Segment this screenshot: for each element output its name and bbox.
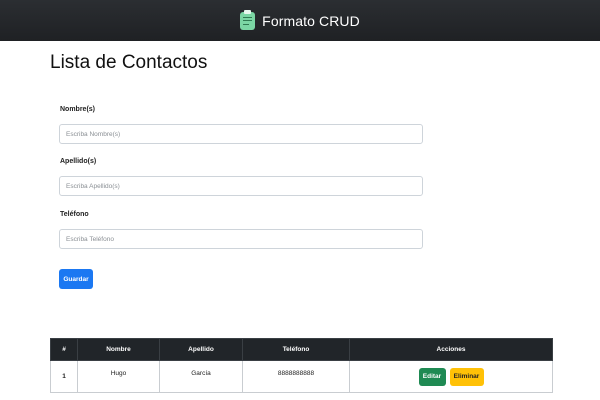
page-title: Lista de Contactos bbox=[50, 52, 208, 73]
navbar: Formato CRUD bbox=[0, 0, 600, 41]
edit-button[interactable]: Editar bbox=[418, 367, 446, 386]
table-header-row: # Nombre Apellido Teléfono Acciones bbox=[50, 338, 553, 361]
column-header-acciones: Acciones bbox=[349, 338, 553, 361]
apellido-label: Apellido(s) bbox=[60, 158, 97, 165]
apellido-input[interactable] bbox=[59, 176, 423, 196]
save-button[interactable]: Guardar bbox=[59, 269, 93, 289]
column-header-telefono: Teléfono bbox=[242, 338, 350, 361]
column-header-apellido: Apellido bbox=[159, 338, 243, 361]
column-header-nombre: Nombre bbox=[77, 338, 160, 361]
navbar-brand[interactable]: Formato CRUD bbox=[240, 9, 360, 30]
row-nombre: Hugo bbox=[77, 360, 160, 393]
clipboard-icon bbox=[240, 9, 256, 30]
row-actions: Editar Eliminar bbox=[349, 360, 553, 393]
contacts-table: # Nombre Apellido Teléfono Acciones 1 Hu… bbox=[50, 338, 553, 393]
brand-title: Formato CRUD bbox=[262, 12, 360, 29]
column-header-number: # bbox=[50, 338, 78, 361]
nombre-label: Nombre(s) bbox=[60, 106, 96, 113]
nombre-input[interactable] bbox=[59, 124, 423, 144]
table-row: 1 Hugo García 8888888888 Editar Eliminar bbox=[50, 360, 553, 393]
row-telefono: 8888888888 bbox=[242, 360, 350, 393]
telefono-label: Teléfono bbox=[60, 211, 89, 218]
delete-button[interactable]: Eliminar bbox=[449, 367, 484, 386]
row-number: 1 bbox=[50, 360, 78, 393]
telefono-input[interactable] bbox=[59, 229, 423, 249]
row-apellido: García bbox=[159, 360, 243, 393]
